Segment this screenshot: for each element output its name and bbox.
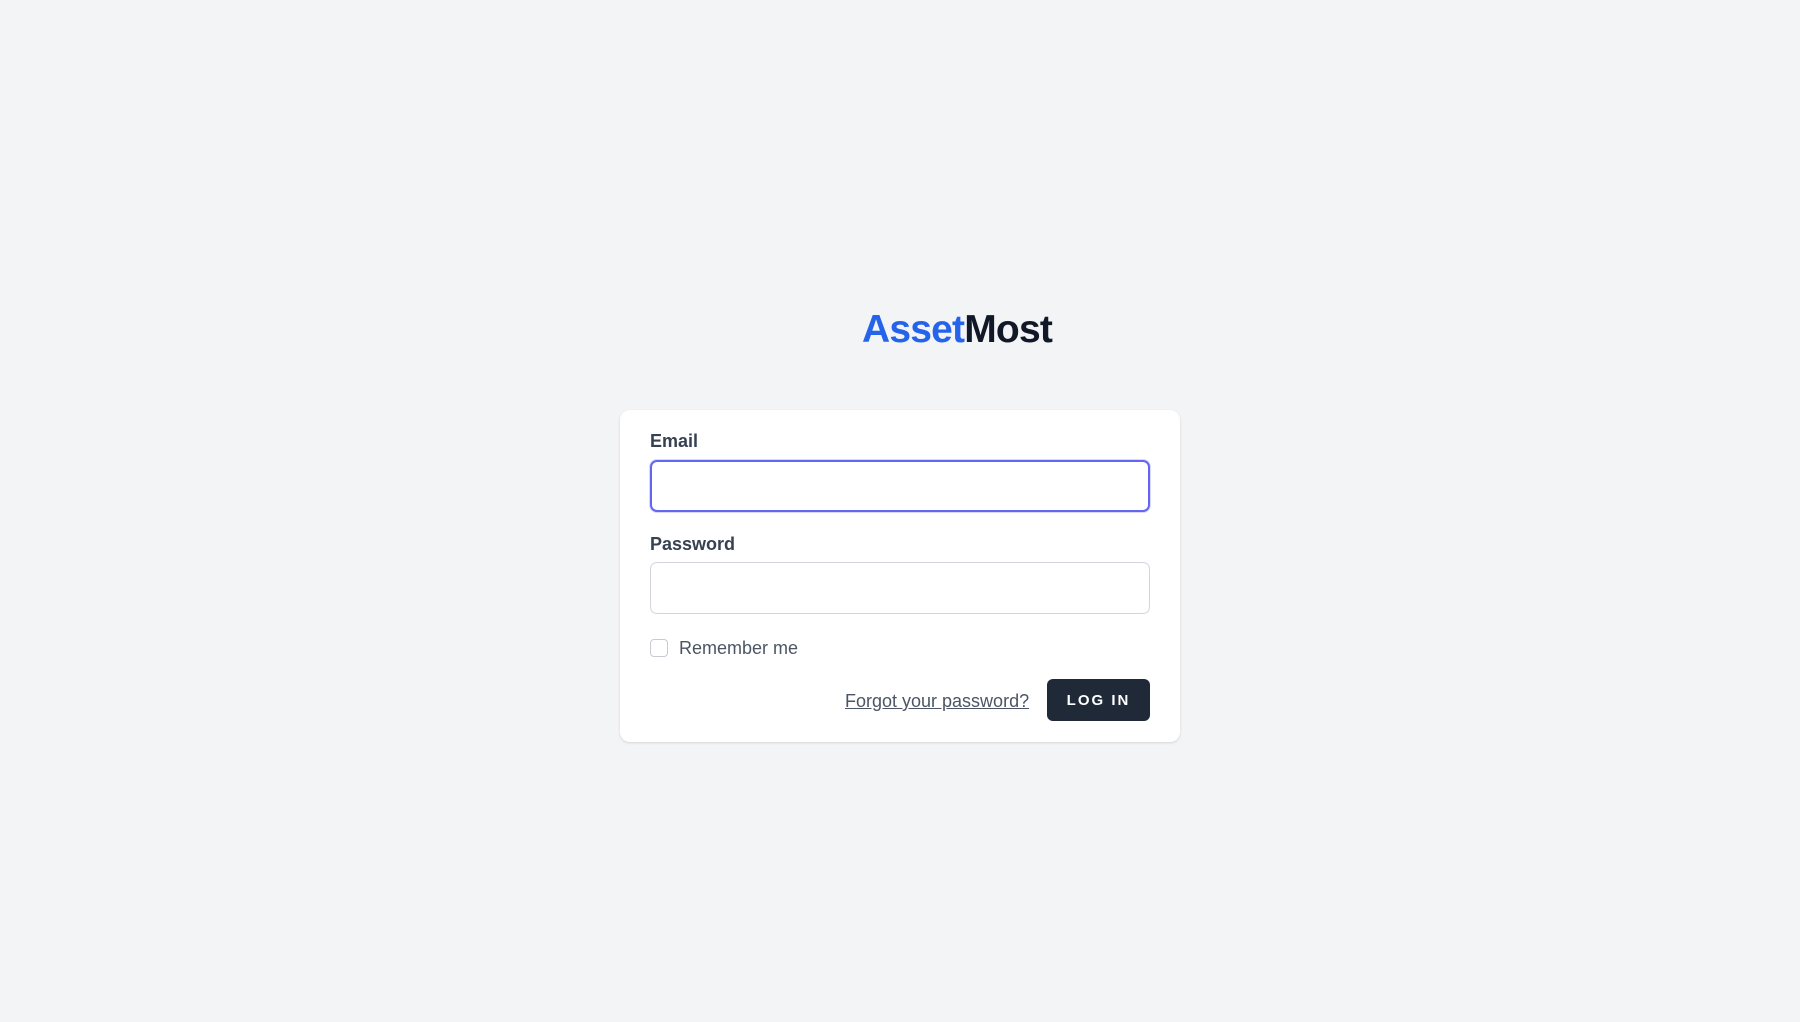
brand-logo-part-a: Asset: [862, 308, 965, 351]
login-button[interactable]: LOG IN: [1047, 679, 1150, 721]
password-field[interactable]: [650, 562, 1150, 614]
password-label: Password: [650, 534, 736, 554]
login-page: AssetMost Email Password Remember me For…: [0, 0, 1800, 1022]
remember-me-toggle[interactable]: Remember me: [650, 637, 798, 659]
brand-logo: AssetMost: [862, 306, 1053, 354]
remember-me-label: Remember me: [679, 638, 799, 658]
forgot-password-link[interactable]: Forgot your password?: [845, 690, 1029, 712]
brand-logo-part-b: Most: [964, 308, 1053, 351]
login-card: Email Password Remember me Forgot your p…: [620, 410, 1180, 742]
email-field[interactable]: [650, 460, 1150, 512]
email-label: Email: [650, 431, 699, 451]
remember-me-checkbox[interactable]: [650, 639, 668, 657]
